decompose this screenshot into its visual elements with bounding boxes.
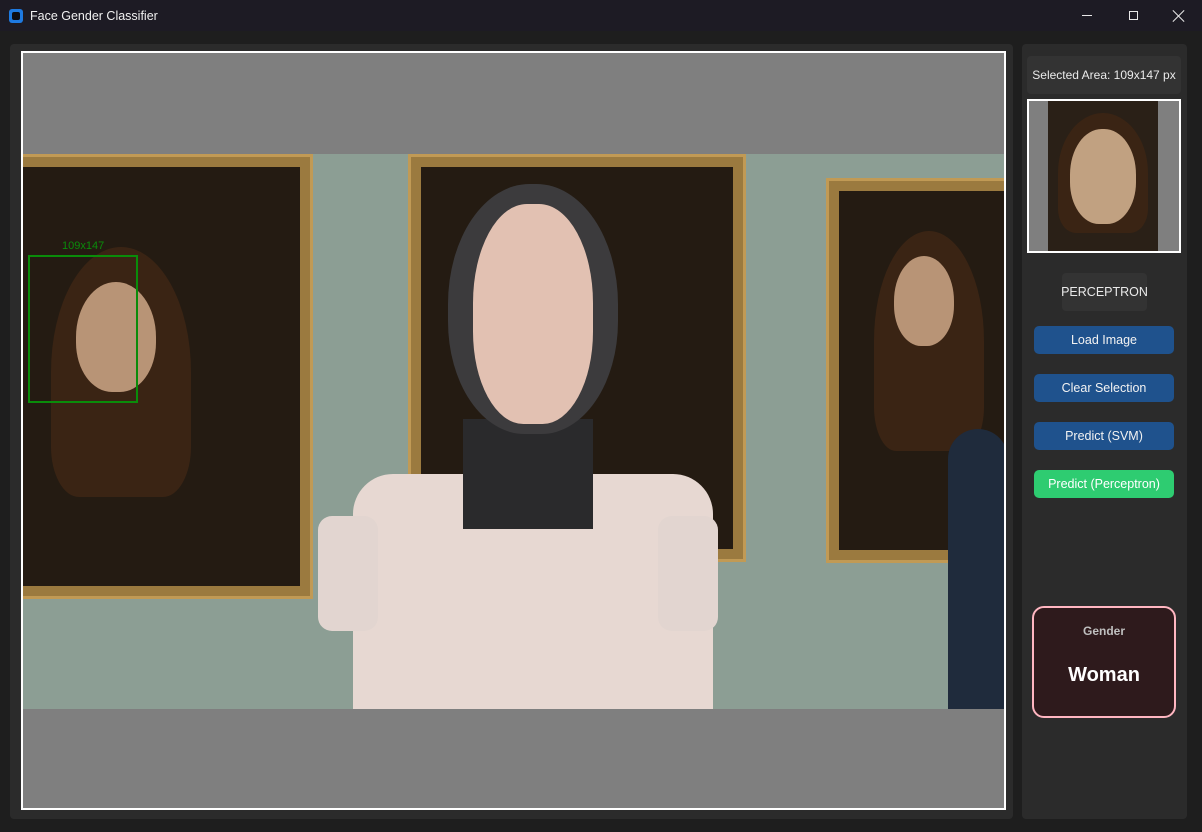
preview-image: [1048, 101, 1158, 251]
predict-svm-button[interactable]: Predict (SVM): [1034, 422, 1174, 450]
background-person: [948, 429, 1004, 709]
selection-size-label: 109x147: [62, 240, 105, 252]
image-canvas[interactable]: 109x147: [21, 51, 1006, 810]
robot-neck: [463, 419, 593, 529]
window-title: Face Gender Classifier: [30, 8, 158, 23]
robot-shoulder-left: [318, 516, 378, 631]
load-image-button[interactable]: Load Image: [1034, 326, 1174, 354]
robot-face: [473, 204, 593, 424]
result-label: Gender: [1082, 624, 1125, 638]
predict-perceptron-button[interactable]: Predict (Perceptron): [1034, 470, 1174, 498]
gender-result-card: Gender Woman: [1032, 606, 1176, 718]
minimize-button[interactable]: [1064, 0, 1110, 31]
maximize-icon: [1128, 11, 1138, 20]
maximize-button[interactable]: [1110, 0, 1156, 31]
minimize-icon: [1082, 15, 1092, 16]
app-icon: [9, 8, 23, 23]
face-selection-box[interactable]: [28, 255, 138, 403]
model-label: PERCEPTRON: [1061, 273, 1148, 311]
title-bar: Face Gender Classifier: [0, 0, 1202, 31]
close-icon: [1173, 10, 1185, 22]
selected-area-info: Selected Area: 109x147 px: [1027, 56, 1181, 94]
selection-preview: [1027, 99, 1181, 253]
window-controls: [1064, 0, 1202, 31]
result-value: Woman: [1068, 664, 1140, 686]
close-button[interactable]: [1156, 0, 1202, 31]
loaded-image: [23, 154, 1004, 709]
clear-selection-button[interactable]: Clear Selection: [1034, 374, 1174, 402]
robot-shoulder-right: [658, 516, 718, 631]
